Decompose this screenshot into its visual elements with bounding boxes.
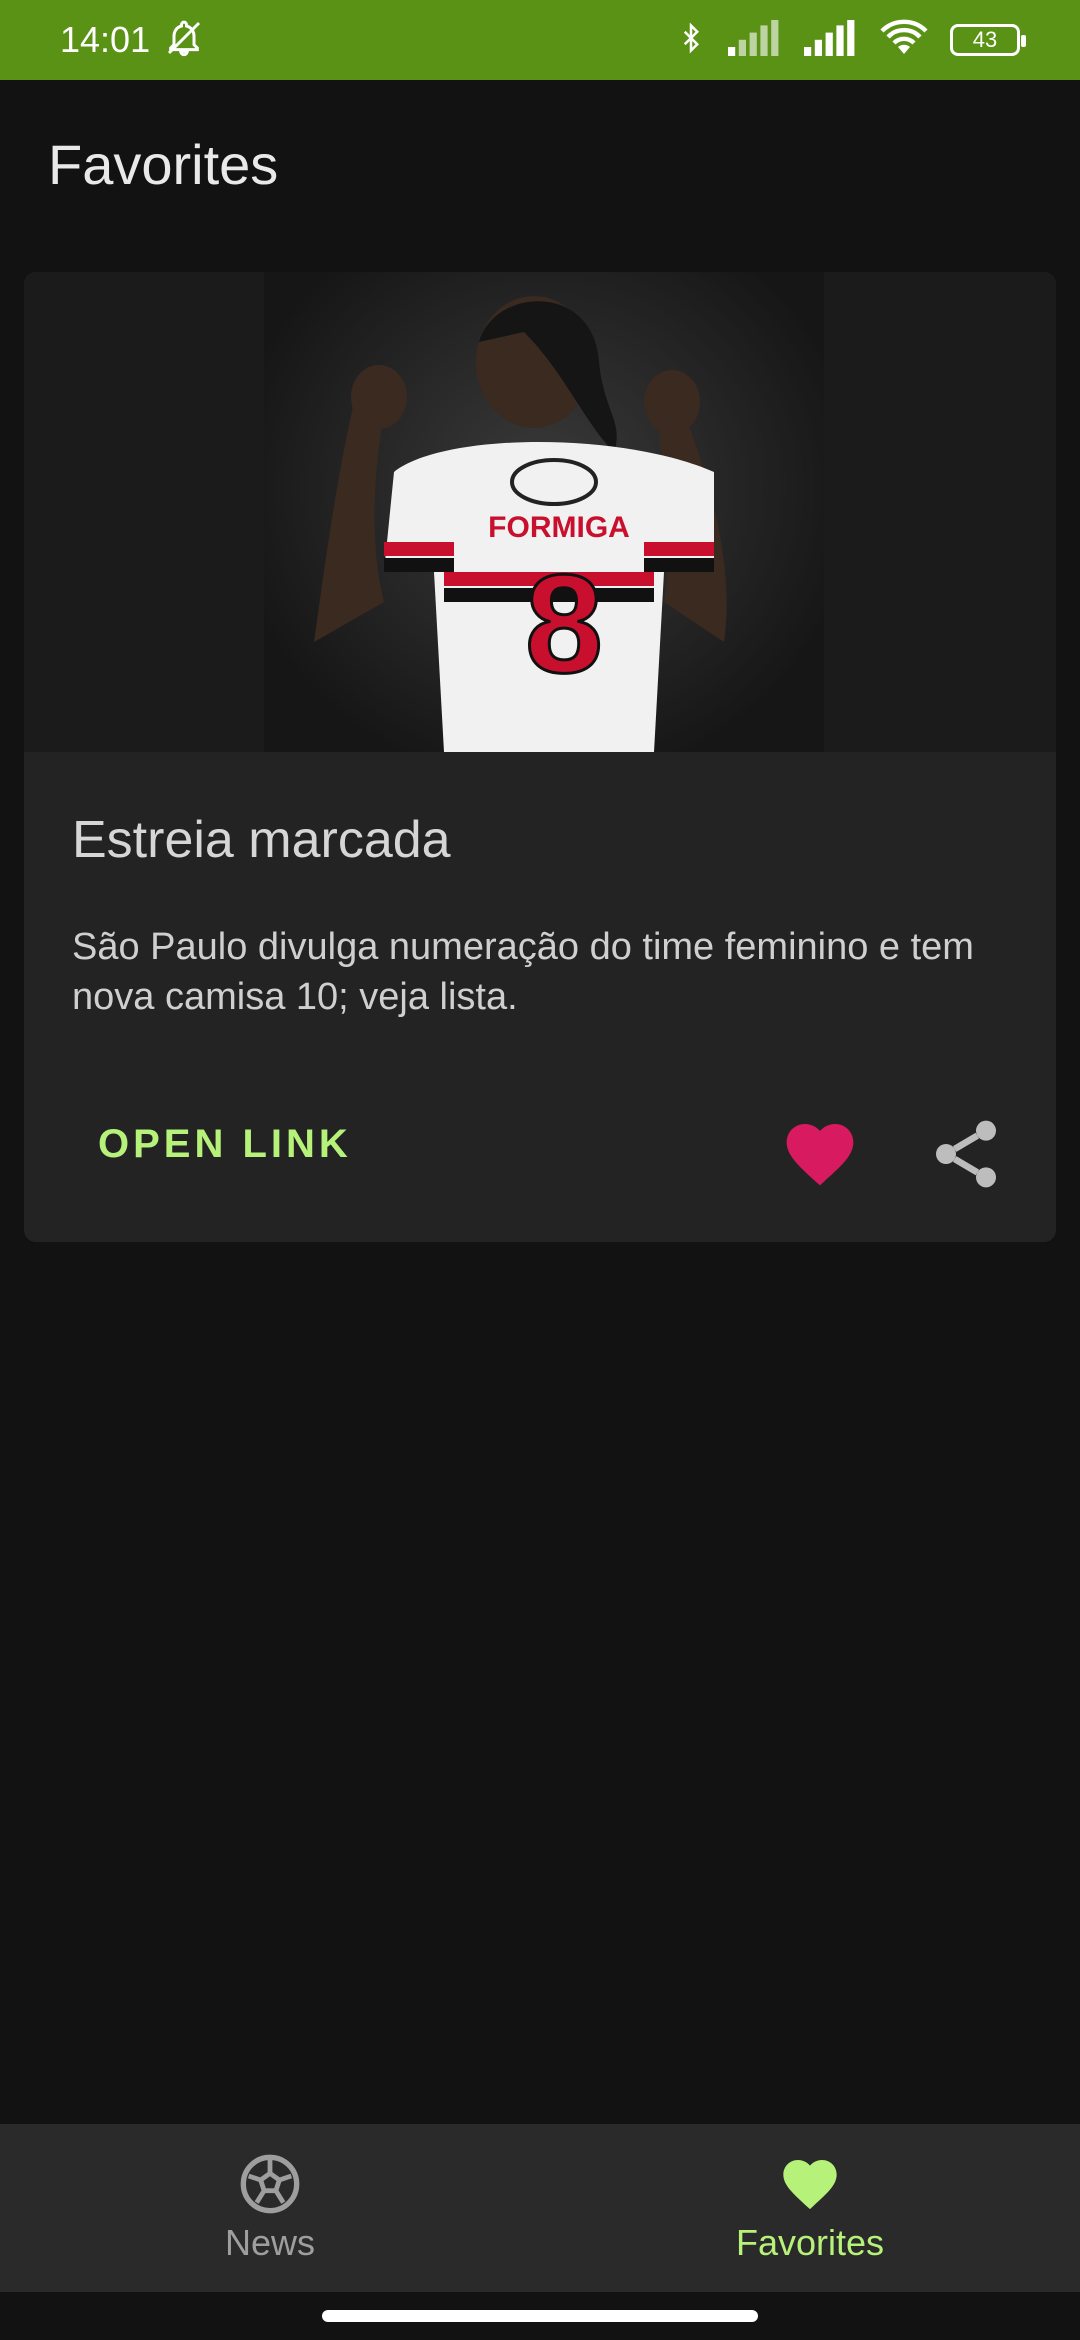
wifi-icon bbox=[880, 18, 928, 63]
battery-icon: 43 bbox=[950, 24, 1026, 56]
status-left: 14:01 bbox=[60, 18, 204, 63]
signal-icon bbox=[728, 19, 782, 61]
signal-icon bbox=[804, 19, 858, 61]
nav-label-news: News bbox=[224, 2222, 316, 2263]
share-button[interactable] bbox=[926, 1114, 1006, 1194]
nav-item-news[interactable]: News bbox=[0, 2124, 540, 2292]
favorite-button[interactable] bbox=[780, 1114, 860, 1194]
heart-icon bbox=[786, 1124, 854, 1186]
news-card: FORMIGA 8 Estreia marcada São Paulo divu… bbox=[24, 272, 1056, 1242]
bell-off-icon bbox=[164, 18, 204, 63]
news-description: São Paulo divulga numeração do time femi… bbox=[72, 926, 974, 1018]
heart-icon bbox=[783, 2160, 837, 2210]
status-right: 43 bbox=[676, 18, 1026, 63]
jersey-number: 8 bbox=[525, 545, 603, 702]
bluetooth-icon bbox=[676, 18, 706, 63]
jersey-name: FORMIGA bbox=[488, 511, 630, 544]
bottom-navigation: News Favorites bbox=[0, 2124, 1080, 2292]
share-icon bbox=[936, 1120, 996, 1188]
home-indicator[interactable] bbox=[322, 2310, 758, 2322]
nav-label-favorites: Favorites bbox=[735, 2222, 885, 2263]
battery-level: 43 bbox=[972, 27, 998, 52]
soccer-ball-icon bbox=[240, 2154, 300, 2214]
status-time: 14:01 bbox=[60, 19, 151, 60]
open-link-button[interactable]: OPEN LINK bbox=[98, 1122, 352, 1167]
news-title: Estreia marcada bbox=[72, 811, 451, 869]
page-title: Favorites bbox=[48, 133, 279, 196]
news-image: FORMIGA 8 bbox=[24, 272, 1056, 752]
player-photo: FORMIGA 8 bbox=[314, 296, 727, 752]
status-bar: 14:01 43 bbox=[0, 0, 1080, 80]
nav-item-favorites[interactable]: Favorites bbox=[540, 2124, 1080, 2292]
